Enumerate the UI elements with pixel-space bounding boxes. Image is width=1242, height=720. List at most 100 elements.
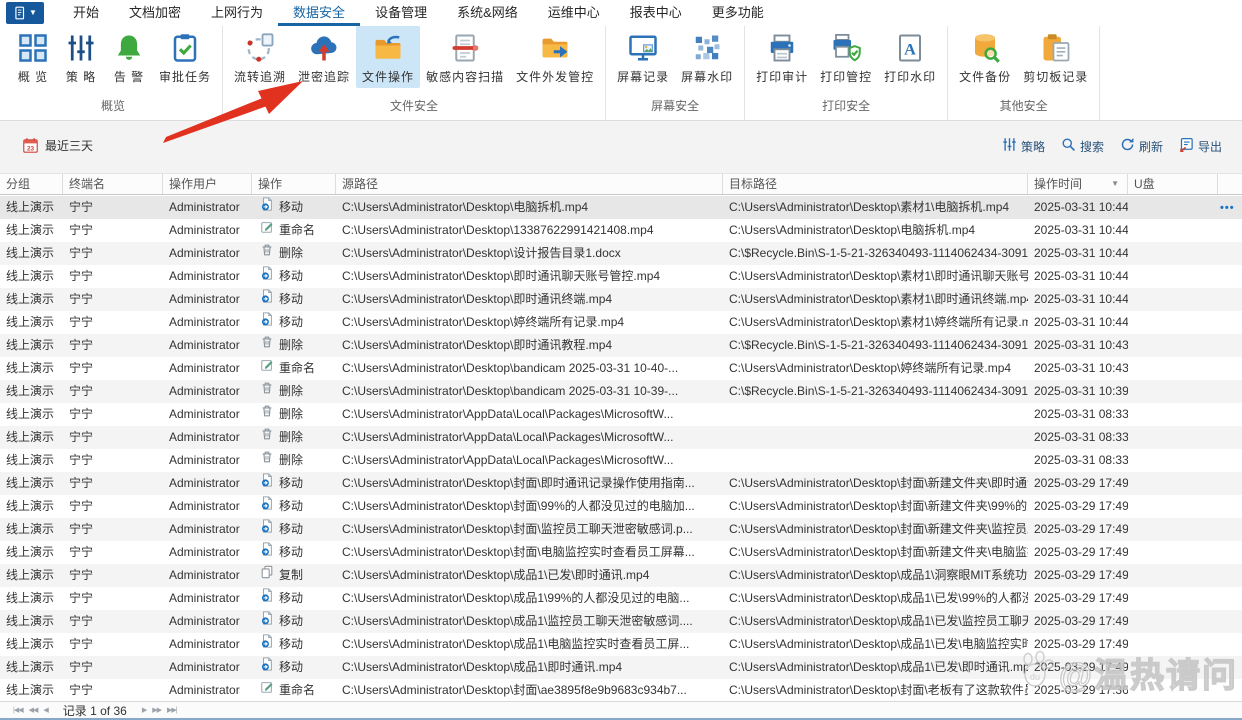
column-header-time[interactable]: 操作时间▼ <box>1028 174 1128 194</box>
menu-item-more-features[interactable]: 更多功能 <box>697 0 779 26</box>
cell-operation: 移动 <box>252 518 336 541</box>
app-logo-icon <box>13 5 27 21</box>
export-button[interactable]: 导出 <box>1179 137 1222 155</box>
ribbon-button-clipboard-record[interactable]: 剪切板记录 <box>1017 26 1094 88</box>
cell-time: 2025-03-31 10:44:20 <box>1028 311 1128 334</box>
cell-time: 2025-03-31 08:33:22 <box>1028 449 1128 472</box>
column-header-user[interactable]: 操作用户 <box>163 174 252 194</box>
nav-prev-page-icon[interactable]: ◀◀ <box>26 706 41 714</box>
date-filter-button[interactable]: 23 最近三天 <box>22 137 93 154</box>
table-row[interactable]: 线上演示宁宁Administrator移动C:\Users\Administra… <box>0 265 1242 288</box>
ribbon-button-leak-trace[interactable]: 泄密追踪 <box>292 26 356 88</box>
nav-last-icon[interactable]: ▶▶| <box>164 706 180 714</box>
cell-target-path: C:\$Recycle.Bin\S-1-5-21-326340493-11140… <box>723 242 1028 265</box>
operation-label: 复制 <box>279 564 303 587</box>
cell-source-path: C:\Users\Administrator\Desktop\封面\99%的人都… <box>336 495 723 518</box>
cell-usb <box>1128 265 1218 288</box>
table-row[interactable]: 线上演示宁宁Administrator移动C:\Users\Administra… <box>0 495 1242 518</box>
ribbon-button-print-audit[interactable]: 打印审计 <box>750 26 814 88</box>
alert-bell-icon <box>114 33 144 63</box>
table-row[interactable]: 线上演示宁宁Administrator移动C:\Users\Administra… <box>0 196 1242 219</box>
cell-target-path: C:\Users\Administrator\Desktop\素材1\即时通讯终… <box>723 288 1028 311</box>
ribbon-button-print-control[interactable]: 打印管控 <box>814 26 878 88</box>
cell-terminal: 宁宁 <box>63 656 163 679</box>
column-header-group[interactable]: 分组 <box>0 174 63 194</box>
cell-terminal: 宁宁 <box>63 219 163 242</box>
table-row[interactable]: 线上演示宁宁Administrator移动C:\Users\Administra… <box>0 610 1242 633</box>
cell-terminal: 宁宁 <box>63 311 163 334</box>
policy-button[interactable]: 策略 <box>1002 137 1045 155</box>
table-row[interactable]: 线上演示宁宁Administrator删除C:\Users\Administra… <box>0 449 1242 472</box>
column-header-operation[interactable]: 操作 <box>252 174 336 194</box>
ribbon-button-alert[interactable]: 告 警 <box>105 26 153 88</box>
ribbon-button-label: 文件外发管控 <box>516 68 594 85</box>
column-header-label: 操作 <box>258 174 282 194</box>
nav-next-icon[interactable]: ▶ <box>139 706 149 714</box>
row-more-button[interactable]: ••• <box>1220 202 1235 214</box>
nav-prev-icon[interactable]: ◀ <box>40 706 50 714</box>
table-row[interactable]: 线上演示宁宁Administrator删除C:\Users\Administra… <box>0 403 1242 426</box>
table-row[interactable]: 线上演示宁宁Administrator删除C:\Users\Administra… <box>0 380 1242 403</box>
ribbon-button-screen-watermark[interactable]: 屏幕水印 <box>675 26 739 88</box>
table-row[interactable]: 线上演示宁宁Administrator移动C:\Users\Administra… <box>0 311 1242 334</box>
table-row[interactable]: 线上演示宁宁Administrator复制C:\Users\Administra… <box>0 564 1242 587</box>
cell-extra <box>1218 219 1242 242</box>
ribbon-button-print-watermark[interactable]: A打印水印 <box>878 26 942 88</box>
menu-item-start[interactable]: 开始 <box>58 0 114 26</box>
ribbon-button-policy[interactable]: 策 略 <box>57 26 105 88</box>
cell-time: 2025-03-29 17:49:55 <box>1028 541 1128 564</box>
search-button[interactable]: 搜索 <box>1061 137 1104 155</box>
refresh-button[interactable]: 刷新 <box>1120 137 1163 155</box>
table-row[interactable]: 线上演示宁宁Administrator移动C:\Users\Administra… <box>0 656 1242 679</box>
app-menu-button[interactable]: ▼ <box>6 2 44 24</box>
operation-label: 移动 <box>279 196 303 219</box>
column-header-usb[interactable]: U盘 <box>1128 174 1218 194</box>
table-row[interactable]: 线上演示宁宁Administrator删除C:\Users\Administra… <box>0 334 1242 357</box>
table-row[interactable]: 线上演示宁宁Administrator删除C:\Users\Administra… <box>0 242 1242 265</box>
filter-toolbar: 23 最近三天 策略搜索刷新导出 <box>0 121 1242 173</box>
cell-group: 线上演示 <box>0 242 63 265</box>
menu-item-report-center[interactable]: 报表中心 <box>615 0 697 26</box>
menu-item-doc-encryption[interactable]: 文档加密 <box>114 0 196 26</box>
ribbon-button-content-scan[interactable]: 敏感内容扫描 <box>420 26 510 88</box>
sort-dropdown-icon[interactable]: ▼ <box>1111 174 1119 194</box>
ribbon-group-label: 文件安全 <box>228 95 600 120</box>
nav-first-icon[interactable]: |◀◀ <box>10 706 26 714</box>
cell-user: Administrator <box>163 541 252 564</box>
column-header-source-path[interactable]: 源路径 <box>336 174 723 194</box>
nav-next-page-icon[interactable]: ▶▶ <box>149 706 164 714</box>
cell-user: Administrator <box>163 288 252 311</box>
pager-nav-right: ▶▶▶▶▶| <box>139 706 180 714</box>
table-row[interactable]: 线上演示宁宁Administrator移动C:\Users\Administra… <box>0 541 1242 564</box>
menu-item-system-network[interactable]: 系统&网络 <box>442 0 533 26</box>
ribbon-button-overview[interactable]: 概 览 <box>9 26 57 88</box>
ribbon-button-approval-tasks[interactable]: 审批任务 <box>153 26 217 88</box>
cell-operation: 删除 <box>252 242 336 265</box>
ribbon-button-file-outgoing-control[interactable]: 文件外发管控 <box>510 26 600 88</box>
table-row[interactable]: 线上演示宁宁Administrator重命名C:\Users\Administr… <box>0 679 1242 702</box>
table-row[interactable]: 线上演示宁宁Administrator移动C:\Users\Administra… <box>0 472 1242 495</box>
menu-item-device-management[interactable]: 设备管理 <box>360 0 442 26</box>
ribbon-button-file-backup[interactable]: 文件备份 <box>953 26 1017 88</box>
column-header-terminal[interactable]: 终端名 <box>63 174 163 194</box>
cell-operation: 移动 <box>252 311 336 334</box>
ribbon-button-screen-record[interactable]: 屏幕记录 <box>611 26 675 88</box>
ribbon-button-label: 文件备份 <box>959 68 1011 85</box>
ribbon-button-flow-trace[interactable]: 流转追溯 <box>228 26 292 88</box>
table-row[interactable]: 线上演示宁宁Administrator移动C:\Users\Administra… <box>0 288 1242 311</box>
menu-item-internet-behavior[interactable]: 上网行为 <box>196 0 278 26</box>
table-row[interactable]: 线上演示宁宁Administrator移动C:\Users\Administra… <box>0 633 1242 656</box>
menu-item-ops-center[interactable]: 运维中心 <box>533 0 615 26</box>
ribbon-button-file-operation[interactable]: 文件操作 <box>356 26 420 88</box>
refresh-icon <box>1120 137 1135 155</box>
column-header-extra[interactable] <box>1218 174 1242 194</box>
table-row[interactable]: 线上演示宁宁Administrator删除C:\Users\Administra… <box>0 426 1242 449</box>
column-header-target-path[interactable]: 目标路径 <box>723 174 1028 194</box>
cell-target-path: C:\Users\Administrator\Desktop\成品1\洞察眼MI… <box>723 564 1028 587</box>
table-row[interactable]: 线上演示宁宁Administrator重命名C:\Users\Administr… <box>0 219 1242 242</box>
table-row[interactable]: 线上演示宁宁Administrator重命名C:\Users\Administr… <box>0 357 1242 380</box>
table-row[interactable]: 线上演示宁宁Administrator移动C:\Users\Administra… <box>0 518 1242 541</box>
table-row[interactable]: 线上演示宁宁Administrator移动C:\Users\Administra… <box>0 587 1242 610</box>
menu-item-data-security[interactable]: 数据安全 <box>278 0 360 26</box>
ribbon-group-label: 其他安全 <box>953 95 1094 120</box>
